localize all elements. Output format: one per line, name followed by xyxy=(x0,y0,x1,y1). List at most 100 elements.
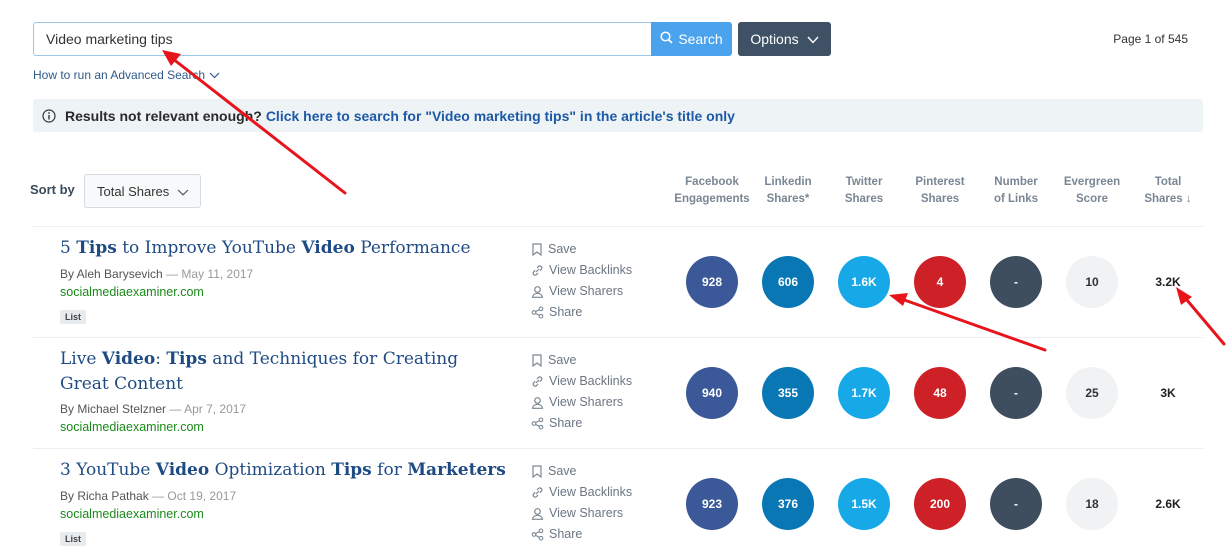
title-segment: to Improve YouTube xyxy=(116,238,302,258)
result-row: Live Video: Tips and Techniques for Crea… xyxy=(0,337,1227,448)
pinterest-shares: 48 xyxy=(914,367,966,419)
title-segment: for xyxy=(371,460,408,480)
advanced-search-label: How to run an Advanced Search xyxy=(33,68,206,82)
result-title[interactable]: 5 Tips to Improve YouTube Video Performa… xyxy=(60,236,510,261)
domain-link[interactable]: socialmediaexaminer.com xyxy=(60,420,204,434)
author[interactable]: By Michael Stelzner xyxy=(60,402,166,416)
title-only-search-link[interactable]: Click here to search for "Video marketin… xyxy=(266,108,735,124)
title-segment: Tips xyxy=(76,238,117,258)
save-button[interactable]: Save xyxy=(531,239,632,259)
share-button[interactable]: Share xyxy=(531,302,632,322)
column-header-total-shares[interactable]: Total Shares ↓ xyxy=(1128,174,1208,208)
result-row: 5 Tips to Improve YouTube Video Performa… xyxy=(0,226,1227,337)
result-title[interactable]: 3 YouTube Video Optimization Tips for Ma… xyxy=(60,458,510,483)
user-icon xyxy=(531,507,544,520)
evergreen-score: 10 xyxy=(1066,256,1118,308)
pinterest-shares: 200 xyxy=(914,478,966,530)
column-header-facebook[interactable]: Facebook Engagements xyxy=(672,174,752,208)
share-icon xyxy=(531,305,544,319)
total-shares: 2.6K xyxy=(1155,497,1181,511)
total-shares: 3K xyxy=(1160,386,1176,400)
options-button[interactable]: Options xyxy=(738,22,831,56)
result-actions: Save View Backlinks View Sharers Share xyxy=(531,350,632,434)
column-header-evergreen[interactable]: Evergreen Score xyxy=(1052,174,1132,208)
title-segment: Performance xyxy=(354,238,471,258)
chevron-down-icon xyxy=(177,184,189,199)
search-input[interactable] xyxy=(33,22,651,56)
bookmark-icon xyxy=(532,353,542,367)
result-meta: By Aleh Barysevich — May 11, 2017 xyxy=(60,267,254,281)
title-segment: Live xyxy=(60,349,102,369)
sort-selected-value: Total Shares xyxy=(97,183,170,199)
link-icon xyxy=(532,375,543,387)
title-segment: 3 YouTube xyxy=(60,460,156,480)
facebook-engagements: 940 xyxy=(686,367,738,419)
result-meta: By Michael Stelzner — Apr 7, 2017 xyxy=(60,402,247,416)
column-header-linkedin[interactable]: Linkedin Shares* xyxy=(748,174,828,208)
search-button[interactable]: Search xyxy=(651,22,732,56)
title-segment: : xyxy=(155,349,167,369)
author[interactable]: By Aleh Barysevich xyxy=(60,267,163,281)
column-header-pinterest[interactable]: Pinterest Shares xyxy=(900,174,980,208)
options-button-label: Options xyxy=(750,31,799,47)
share-button[interactable]: Share xyxy=(531,413,632,433)
view-backlinks-button[interactable]: View Backlinks xyxy=(531,371,632,391)
share-button[interactable]: Share xyxy=(531,524,632,544)
chevron-down-icon xyxy=(209,68,220,82)
page-info: Page 1 of 545 xyxy=(1113,32,1188,46)
number-of-links[interactable]: - xyxy=(990,367,1042,419)
link-icon xyxy=(532,486,543,498)
bookmark-icon xyxy=(532,464,542,478)
facebook-engagements: 928 xyxy=(686,256,738,308)
domain-link[interactable]: socialmediaexaminer.com xyxy=(60,507,204,521)
title-segment: 5 xyxy=(60,238,77,258)
link-icon xyxy=(532,264,543,276)
save-button[interactable]: Save xyxy=(531,461,632,481)
advanced-search-link[interactable]: How to run an Advanced Search xyxy=(33,68,220,82)
column-header-links[interactable]: Number of Links xyxy=(976,174,1056,208)
title-segment: Tips xyxy=(331,460,372,480)
linkedin-shares: 355 xyxy=(762,367,814,419)
title-segment: Tips xyxy=(166,349,207,369)
content-type-tag: List xyxy=(60,532,87,546)
view-backlinks-button[interactable]: View Backlinks xyxy=(531,260,632,280)
title-segment: Video xyxy=(155,460,210,480)
view-backlinks-button[interactable]: View Backlinks xyxy=(531,482,632,502)
date: Apr 7, 2017 xyxy=(184,402,247,416)
result-row: 3 YouTube Video Optimization Tips for Ma… xyxy=(0,448,1227,551)
view-sharers-button[interactable]: View Sharers xyxy=(531,392,632,412)
share-icon xyxy=(531,527,544,541)
info-icon xyxy=(42,108,56,123)
result-actions: Save View Backlinks View Sharers Share xyxy=(531,239,632,323)
search-bar: Search Options xyxy=(33,22,831,56)
evergreen-score: 18 xyxy=(1066,478,1118,530)
date: Oct 19, 2017 xyxy=(167,489,237,503)
sort-select[interactable]: Total Shares xyxy=(84,174,201,208)
result-title[interactable]: Live Video: Tips and Techniques for Crea… xyxy=(60,347,510,397)
pinterest-shares: 4 xyxy=(914,256,966,308)
save-button[interactable]: Save xyxy=(531,350,632,370)
relevance-notice: Results not relevant enough? Click here … xyxy=(33,99,1203,132)
result-meta: By Richa Pathak — Oct 19, 2017 xyxy=(60,489,237,503)
number-of-links[interactable]: - xyxy=(990,256,1042,308)
view-sharers-button[interactable]: View Sharers xyxy=(531,281,632,301)
number-of-links[interactable]: - xyxy=(990,478,1042,530)
twitter-shares: 1.6K xyxy=(838,256,890,308)
view-sharers-button[interactable]: View Sharers xyxy=(531,503,632,523)
linkedin-shares: 376 xyxy=(762,478,814,530)
share-icon xyxy=(531,416,544,430)
twitter-shares: 1.5K xyxy=(838,478,890,530)
chevron-down-icon xyxy=(807,31,819,47)
twitter-shares: 1.7K xyxy=(838,367,890,419)
linkedin-shares: 606 xyxy=(762,256,814,308)
search-icon xyxy=(660,31,673,47)
notice-question: Results not relevant enough? xyxy=(65,107,262,124)
date: May 11, 2017 xyxy=(181,267,254,281)
content-type-tag: List xyxy=(60,310,87,324)
column-header-twitter[interactable]: Twitter Shares xyxy=(824,174,904,208)
title-segment: Video xyxy=(301,238,355,258)
facebook-engagements: 923 xyxy=(686,478,738,530)
title-segment: Optimization xyxy=(209,460,332,480)
author[interactable]: By Richa Pathak xyxy=(60,489,149,503)
domain-link[interactable]: socialmediaexaminer.com xyxy=(60,285,204,299)
